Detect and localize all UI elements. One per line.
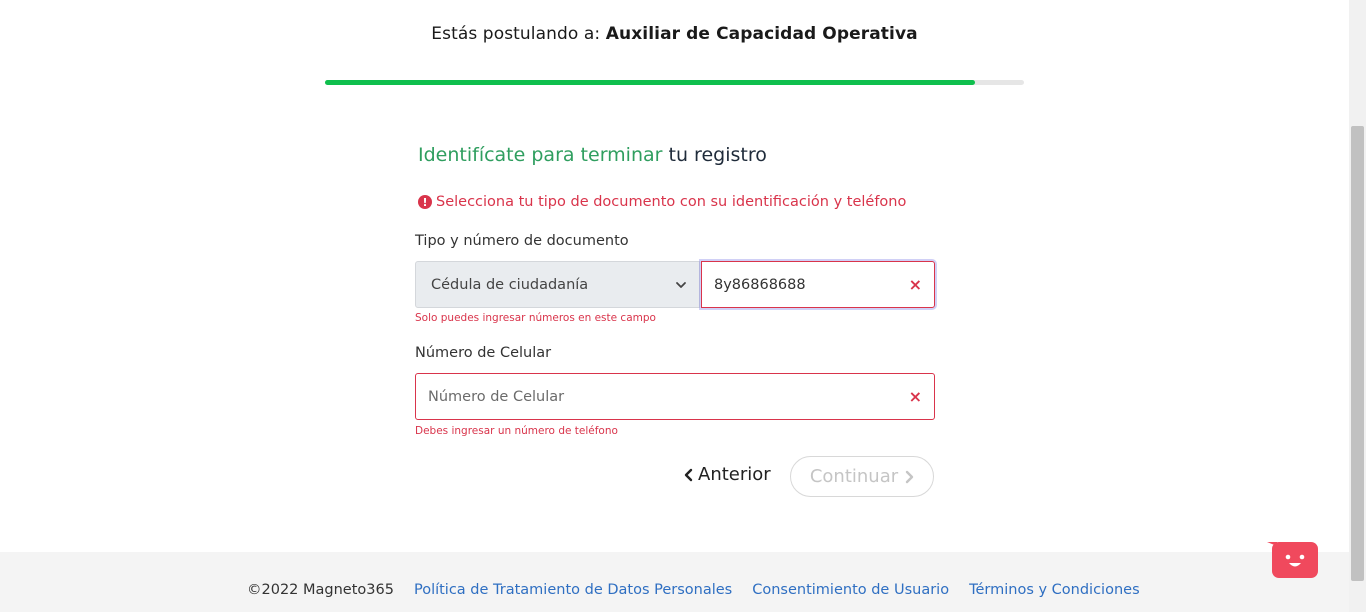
document-type-value: Cédula de ciudadanía (431, 276, 589, 293)
continue-button-label: Continuar (809, 466, 899, 487)
chevron-right-icon (905, 470, 914, 483)
footer-link-terms[interactable]: Términos y Condiciones (969, 582, 1140, 598)
footer-row: ©2022 Magneto365 Política de Tratamiento… (247, 582, 1140, 598)
phone-field-error: Debes ingresar un número de teléfono (415, 425, 618, 437)
document-label: Tipo y número de documento (415, 233, 629, 249)
clear-document-icon[interactable]: × (909, 276, 922, 293)
footer-link-user-consent[interactable]: Consentimiento de Usuario (752, 582, 949, 598)
job-header: Estás postulando a: Auxiliar de Capacida… (0, 24, 1349, 44)
chat-widget-button[interactable] (1265, 540, 1319, 580)
form-heading-rest: tu registro (668, 144, 767, 166)
phone-label: Número de Celular (415, 345, 552, 361)
footer-link-privacy-policy[interactable]: Política de Tratamiento de Datos Persona… (414, 582, 732, 598)
footer: ©2022 Magneto365 Política de Tratamiento… (0, 552, 1349, 612)
scrollbar-thumb[interactable] (1351, 126, 1364, 581)
job-header-prefix: Estás postulando a: (431, 24, 601, 44)
phone-input[interactable] (428, 388, 909, 405)
form-error-message: ! Selecciona tu tipo de documento con su… (418, 194, 906, 210)
phone-field: × (415, 373, 935, 420)
job-title: Auxiliar de Capacidad Operativa (605, 24, 918, 44)
form-heading: Identifícate para terminar tu registro (418, 144, 767, 166)
previous-button-label: Anterior (698, 464, 771, 485)
registration-progress-fill (325, 80, 976, 85)
page-scrollbar[interactable] (1349, 0, 1366, 612)
continue-button[interactable]: Continuar (790, 456, 934, 497)
form-error-text: Selecciona tu tipo de documento con su i… (436, 194, 907, 210)
document-number-field: × (701, 261, 935, 308)
alert-icon: ! (418, 195, 432, 209)
document-number-input[interactable] (714, 276, 909, 293)
chevron-left-icon (684, 468, 693, 481)
document-type-select[interactable]: Cédula de ciudadanía (415, 261, 700, 308)
registration-progress-bar (325, 80, 1024, 85)
clear-phone-icon[interactable]: × (909, 388, 922, 405)
footer-copyright: ©2022 Magneto365 (247, 582, 394, 598)
previous-button[interactable]: Anterior (684, 464, 771, 485)
form-heading-highlight: Identifícate para terminar (418, 144, 663, 166)
chevron-down-icon (676, 281, 686, 288)
chat-bot-icon (1267, 542, 1318, 578)
document-field-error: Solo puedes ingresar números en este cam… (415, 312, 656, 324)
